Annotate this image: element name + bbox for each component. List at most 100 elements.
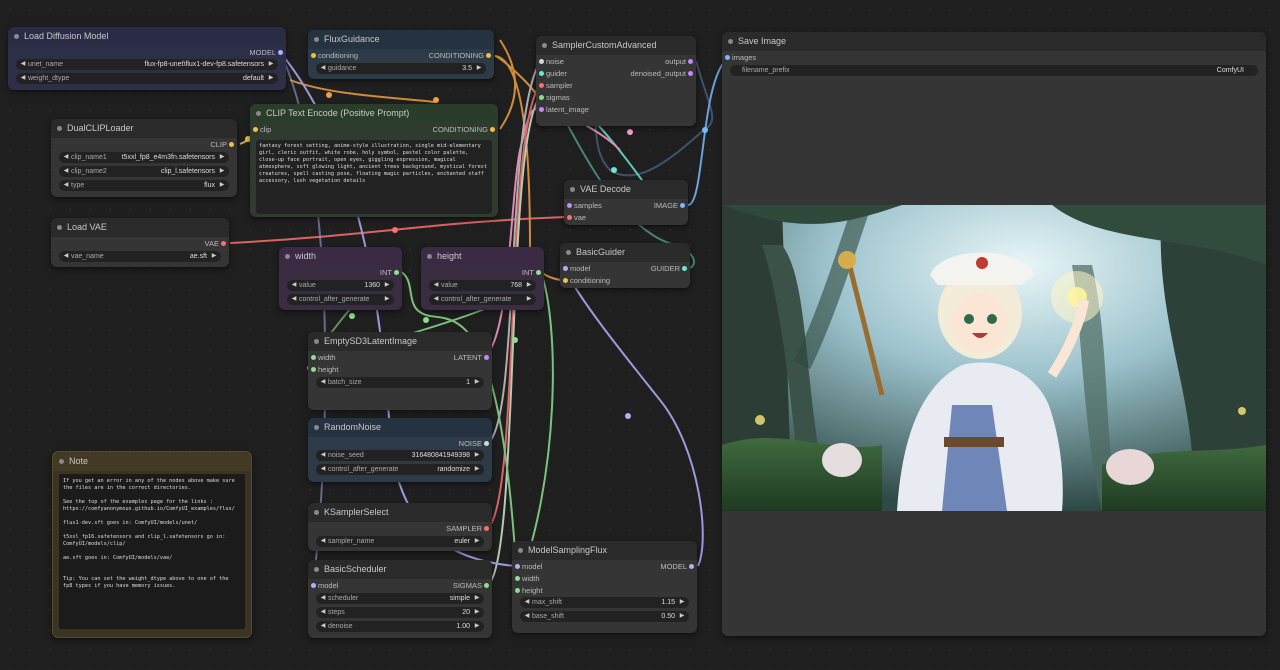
steps-number[interactable]: ◀ steps 20 ▶ (316, 607, 484, 618)
node-random-noise[interactable]: RandomNoise NOISE ◀ noise_seed 316480841… (308, 418, 492, 482)
arrow-right-icon[interactable]: ▶ (473, 593, 481, 604)
arrow-right-icon[interactable]: ▶ (678, 597, 686, 608)
noise-control-combo[interactable]: ◀ control_after_generate randomize ▶ (316, 464, 484, 475)
node-title[interactable]: Load Diffusion Model (8, 27, 286, 46)
scheduler-combo[interactable]: ◀ scheduler simple ▶ (316, 593, 484, 604)
arrow-left-icon[interactable]: ◀ (319, 607, 327, 618)
arrow-right-icon[interactable]: ▶ (475, 63, 483, 74)
node-title[interactable]: KSamplerSelect (308, 503, 492, 522)
clip-name1-combo[interactable]: ◀ clip_name1 t5xxl_fp8_e4m3fn.safetensor… (59, 152, 229, 163)
arrow-right-icon[interactable]: ▶ (218, 152, 226, 163)
arrow-left-icon[interactable]: ◀ (432, 280, 440, 291)
node-clip-text-encode[interactable]: CLIP Text Encode (Positive Prompt) clip … (250, 104, 498, 217)
arrow-left-icon[interactable]: ◀ (19, 73, 27, 84)
type-combo[interactable]: ◀ type flux ▶ (59, 180, 229, 191)
node-title[interactable]: Save Image (722, 32, 1266, 51)
arrow-right-icon[interactable]: ▶ (383, 280, 391, 291)
input-model[interactable]: model (562, 263, 590, 275)
node-load-vae[interactable]: Load VAE VAE ◀ vae_name ae.sft ▶ (51, 218, 229, 267)
noise-seed-number[interactable]: ◀ noise_seed 316480841949398 ▶ (316, 450, 484, 461)
node-title[interactable]: RandomNoise (308, 418, 492, 437)
arrow-left-icon[interactable]: ◀ (432, 294, 440, 305)
arrow-right-icon[interactable]: ▶ (473, 621, 481, 632)
generated-image-preview[interactable] (722, 205, 1266, 511)
arrow-right-icon[interactable]: ▶ (210, 251, 218, 262)
prompt-textarea[interactable]: fantasy forest setting, anime-style illu… (256, 140, 492, 214)
input-height[interactable]: height (310, 364, 338, 376)
base-shift-number[interactable]: ◀ base_shift 0.50 ▶ (520, 611, 689, 622)
node-note[interactable]: Note If you get an error in any of the n… (52, 451, 252, 638)
input-noise[interactable]: noise (539, 56, 564, 68)
output-sigmas[interactable]: SIGMAS (453, 580, 490, 592)
node-width[interactable]: width INT ◀ value 1360 ▶ ◀ control_after… (279, 247, 402, 310)
input-latent-image[interactable]: latent_image (539, 104, 589, 116)
node-ksampler-select[interactable]: KSamplerSelect SAMPLER ◀ sampler_name eu… (308, 503, 492, 551)
input-sampler[interactable]: sampler (539, 80, 573, 92)
arrow-right-icon[interactable]: ▶ (383, 294, 391, 305)
node-title[interactable]: VAE Decode (564, 180, 688, 199)
height-control-combo[interactable]: ◀ control_after_generate ▶ (429, 294, 536, 305)
arrow-right-icon[interactable]: ▶ (678, 611, 686, 622)
node-empty-sd3-latent-image[interactable]: EmptySD3LatentImage width height LATENT … (308, 332, 492, 410)
sampler-name-combo[interactable]: ◀ sampler_name euler ▶ (316, 536, 484, 547)
node-title[interactable]: SamplerCustomAdvanced (536, 36, 696, 55)
output-guider[interactable]: GUIDER (651, 263, 688, 275)
output-image[interactable]: IMAGE (654, 200, 686, 212)
arrow-left-icon[interactable]: ◀ (523, 597, 531, 608)
arrow-left-icon[interactable]: ◀ (319, 593, 327, 604)
clip-name2-combo[interactable]: ◀ clip_name2 clip_l.safetensors ▶ (59, 166, 229, 177)
input-conditioning[interactable]: conditioning (310, 50, 358, 62)
input-vae[interactable]: vae (566, 212, 586, 224)
max-shift-number[interactable]: ◀ max_shift 1.15 ▶ (520, 597, 689, 608)
arrow-left-icon[interactable]: ◀ (62, 152, 70, 163)
arrow-right-icon[interactable]: ▶ (525, 280, 533, 291)
arrow-left-icon[interactable]: ◀ (319, 464, 327, 475)
arrow-left-icon[interactable]: ◀ (290, 280, 298, 291)
node-basic-guider[interactable]: BasicGuider model conditioning GUIDER (560, 243, 690, 288)
input-sigmas[interactable]: sigmas (539, 92, 570, 104)
denoise-number[interactable]: ◀ denoise 1.00 ▶ (316, 621, 484, 632)
note-textarea[interactable]: If you get an error in any of the nodes … (59, 474, 245, 629)
arrow-right-icon[interactable]: ▶ (267, 59, 275, 70)
node-height[interactable]: height INT ◀ value 768 ▶ ◀ control_after… (421, 247, 544, 310)
node-title[interactable]: DualCLIPLoader (51, 119, 237, 138)
output-int[interactable]: INT (522, 267, 542, 279)
node-title[interactable]: FluxGuidance (308, 30, 494, 49)
output-clip[interactable]: CLIP (210, 139, 234, 151)
arrow-right-icon[interactable]: ▶ (218, 180, 226, 191)
arrow-right-icon[interactable]: ▶ (473, 377, 481, 388)
input-images[interactable]: images (724, 52, 756, 64)
output-model[interactable]: MODEL (249, 47, 283, 59)
guidance-number[interactable]: ◀ guidance 3.5 ▶ (316, 63, 486, 74)
arrow-left-icon[interactable]: ◀ (319, 377, 327, 388)
node-title[interactable]: width (279, 247, 402, 266)
arrow-right-icon[interactable]: ▶ (473, 536, 481, 547)
arrow-left-icon[interactable]: ◀ (319, 450, 327, 461)
node-sampler-custom-advanced[interactable]: SamplerCustomAdvanced noise guider sampl… (536, 36, 696, 126)
output-sampler[interactable]: SAMPLER (446, 523, 489, 535)
arrow-left-icon[interactable]: ◀ (319, 536, 327, 547)
output-model[interactable]: MODEL (660, 561, 694, 573)
input-guider[interactable]: guider (539, 68, 567, 80)
arrow-right-icon[interactable]: ▶ (473, 607, 481, 618)
input-height[interactable]: height (514, 585, 542, 597)
arrow-left-icon[interactable]: ◀ (319, 621, 327, 632)
arrow-right-icon[interactable]: ▶ (473, 464, 481, 475)
arrow-right-icon[interactable]: ▶ (473, 450, 481, 461)
node-title[interactable]: Load VAE (51, 218, 229, 237)
output-vae[interactable]: VAE (205, 238, 227, 250)
input-samples[interactable]: samples (567, 200, 602, 212)
batch-size-number[interactable]: ◀ batch_size 1 ▶ (316, 377, 484, 388)
vae-name-combo[interactable]: ◀ vae_name ae.sft ▶ (59, 251, 221, 262)
output-latent[interactable]: LATENT (454, 352, 490, 364)
node-title[interactable]: BasicScheduler (308, 560, 492, 579)
output-int[interactable]: INT (380, 267, 400, 279)
width-control-combo[interactable]: ◀ control_after_generate ▶ (287, 294, 394, 305)
input-model[interactable]: model (310, 580, 338, 592)
input-clip[interactable]: clip (252, 124, 271, 136)
node-model-sampling-flux[interactable]: ModelSamplingFlux model width height MOD… (512, 541, 697, 633)
node-vae-decode[interactable]: VAE Decode samples vae IMAGE (564, 180, 688, 225)
unet-name-combo[interactable]: ◀ unet_name flux-fp8-unet\flux1-dev-fp8.… (16, 59, 278, 70)
arrow-left-icon[interactable]: ◀ (523, 611, 531, 622)
node-load-diffusion-model[interactable]: Load Diffusion Model MODEL ◀ unet_name f… (8, 27, 286, 90)
